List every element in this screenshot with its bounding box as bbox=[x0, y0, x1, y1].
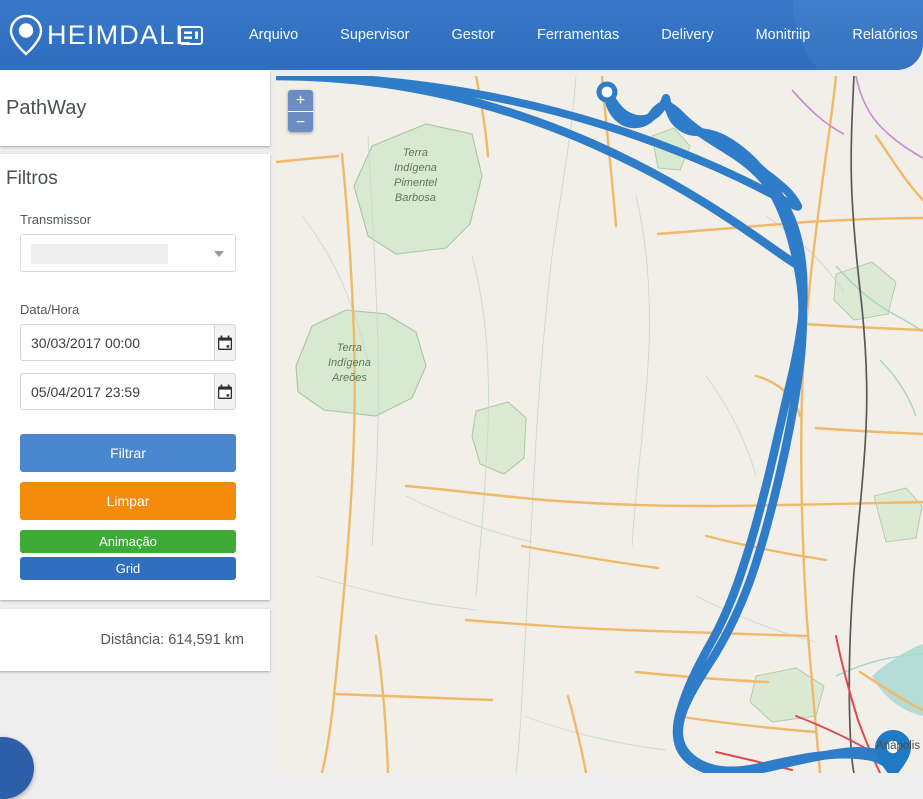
reserve-label-pimentel-barbosa: Terra Indígena Pimentel Barbosa bbox=[394, 146, 437, 206]
filters-panel: Filtros Transmissor Data/Hora bbox=[0, 154, 270, 600]
reserve-label-line: Areões bbox=[328, 371, 371, 386]
reserve-label-line: Barbosa bbox=[394, 191, 437, 206]
zoom-out-button[interactable]: − bbox=[288, 111, 313, 132]
map-zoom-controls: + − bbox=[288, 90, 313, 132]
brand-text: HEIMDALL bbox=[47, 20, 192, 51]
date-end-input[interactable] bbox=[21, 374, 214, 409]
calendar-icon bbox=[217, 335, 233, 351]
calendar-icon bbox=[217, 384, 233, 400]
date-end-calendar-button[interactable] bbox=[214, 374, 235, 409]
distance-value: Distância: 614,591 km bbox=[101, 632, 244, 648]
nav-link-delivery[interactable]: Delivery bbox=[640, 0, 734, 70]
nav-link-relatorios[interactable]: Relatórios bbox=[831, 0, 923, 70]
page-title: PathWay bbox=[6, 97, 86, 120]
map-tiles bbox=[276, 76, 923, 773]
reserve-label-line: Terra bbox=[328, 341, 371, 356]
date-start-calendar-button[interactable] bbox=[214, 325, 235, 360]
chevron-down-icon bbox=[214, 251, 224, 257]
nav-link-monitriip[interactable]: Monitriip bbox=[735, 0, 832, 70]
top-navbar: HEIMDALL Arquivo Supervisor Gestor Ferra… bbox=[0, 0, 923, 70]
datahora-label: Data/Hora bbox=[20, 302, 252, 317]
id-card-icon[interactable] bbox=[175, 22, 207, 48]
reserve-label-areoes: Terra Indígena Areões bbox=[328, 341, 371, 386]
reserve-label-line: Pimentel bbox=[394, 176, 437, 191]
map-canvas[interactable]: Terra Indígena Pimentel Barbosa Terra In… bbox=[276, 76, 923, 773]
nav-link-supervisor[interactable]: Supervisor bbox=[319, 0, 430, 70]
animacao-button[interactable]: Animação bbox=[20, 530, 236, 553]
nav-links: Arquivo Supervisor Gestor Ferramentas De… bbox=[228, 0, 923, 70]
id-card-icon-glyph bbox=[179, 26, 203, 45]
nav-link-arquivo[interactable]: Arquivo bbox=[228, 0, 319, 70]
zoom-in-button[interactable]: + bbox=[288, 90, 313, 111]
date-end-row bbox=[20, 373, 236, 410]
reserve-label-line: Indígena bbox=[328, 356, 371, 371]
distance-panel: Distância: 614,591 km bbox=[0, 609, 270, 671]
transmissor-value bbox=[31, 244, 168, 264]
left-sidebar: PathWay Filtros Transmissor Data/Hora bbox=[0, 70, 275, 773]
transmissor-label: Transmissor bbox=[20, 212, 252, 227]
filtrar-button[interactable]: Filtrar bbox=[20, 434, 236, 472]
limpar-button[interactable]: Limpar bbox=[20, 482, 236, 520]
date-start-input[interactable] bbox=[21, 325, 214, 360]
grid-button[interactable]: Grid bbox=[20, 557, 236, 580]
reserve-label-line: Indígena bbox=[394, 161, 437, 176]
nav-link-gestor[interactable]: Gestor bbox=[430, 0, 516, 70]
route-start-circle-marker[interactable] bbox=[597, 82, 618, 103]
nav-link-ferramentas[interactable]: Ferramentas bbox=[516, 0, 640, 70]
date-start-row bbox=[20, 324, 236, 361]
city-label-anapolis: Anápolis bbox=[876, 740, 920, 752]
map-pin-icon bbox=[6, 12, 46, 58]
transmissor-select[interactable] bbox=[20, 234, 236, 272]
reserve-label-line: Terra bbox=[394, 146, 437, 161]
filters-heading: Filtros bbox=[6, 168, 252, 190]
page-title-panel: PathWay bbox=[0, 70, 270, 146]
brand-logo[interactable]: HEIMDALL bbox=[6, 9, 192, 61]
